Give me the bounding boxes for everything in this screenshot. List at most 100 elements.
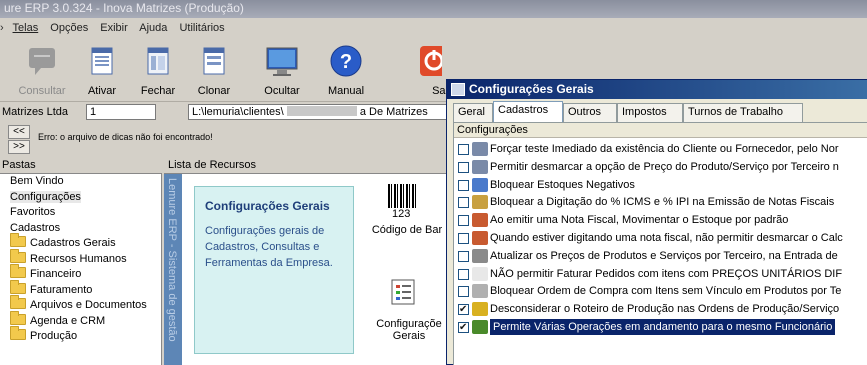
menu-utilitarios[interactable]: Utilitários [179,22,224,34]
dialog-app-icon [451,83,465,96]
ocultar-button[interactable]: Ocultar [254,44,310,100]
tab-geral[interactable]: Geral [453,103,493,122]
option-label: Permitir desmarcar a opção de Preço do P… [490,160,839,173]
tree-item-label: Recursos Humanos [30,252,127,265]
option-row[interactable]: Permitir desmarcar a opção de Preço do P… [454,159,867,176]
option-row[interactable]: Bloquear a Digitação do % ICMS e % IPI n… [454,194,867,211]
tree-folder-arquivos[interactable]: Arquivos e Documentos [0,295,161,314]
option-row[interactable]: Ao emitir uma Nota Fiscal, Movimentar o … [454,212,867,229]
menu-chevron-icon[interactable]: › [0,22,4,34]
clonar-button[interactable]: Clonar [186,44,242,100]
close-window-icon [147,47,169,75]
config-dialog: Configurações Gerais Geral Cadastros Out… [446,79,867,365]
tree-item-configuracoes[interactable]: Configurações [0,190,161,206]
tree-item-label: Cadastros [10,221,61,234]
option-checkbox[interactable] [458,233,469,244]
option-checkbox[interactable] [458,197,469,209]
config-label-line1: Configuraçõe [376,318,442,330]
chat-icon [29,48,55,75]
tree-item-bem-vindo[interactable]: Bem Vindo [0,174,161,190]
option-checkbox[interactable] [458,320,469,336]
ativar-button[interactable]: Ativar [74,44,130,100]
option-checkbox[interactable] [458,215,469,227]
list-header: Configurações [454,123,867,138]
tree-item-label: Cadastros Gerais [30,237,116,249]
edit-icon [472,195,488,210]
option-checkbox[interactable] [458,286,469,298]
document-icon [472,266,488,281]
option-label: NÃO permitir Faturar Pedidos com itens c… [490,267,843,280]
svg-text:?: ? [340,51,352,73]
barcode-icon[interactable] [388,184,418,208]
option-checkbox[interactable] [458,144,469,155]
tree-folder-cadastros-gerais[interactable]: Cadastros Gerais [0,233,161,252]
tip-next-button[interactable]: >> [8,140,30,154]
option-checkbox[interactable] [458,161,469,173]
tree-item-label: Produção [30,330,78,342]
barcode-resource-label[interactable]: Código de Bar [364,224,450,236]
checklist-icon[interactable] [390,278,416,306]
edit-icon [472,213,488,228]
option-label: Bloquear Ordem de Compra com Itens sem V… [490,285,842,298]
address-bar: Matrizes Ltda 1 L:\lemuria\clientes\ a D… [0,103,450,121]
tree-item-cadastros[interactable]: Cadastros [0,221,161,237]
path-text: L:\lemuria\clientes\ [192,106,284,118]
option-row[interactable]: Quando estiver digitando uma nota fiscal… [454,230,867,247]
tree-folder-financeiro[interactable]: Financeiro [0,264,161,283]
config-resource-label[interactable]: Configuraçõe Gerais [368,318,450,342]
company-number-field[interactable]: 1 [86,104,156,120]
folder-icon [10,264,26,278]
tree-folder-agenda-crm[interactable]: Agenda e CRM [0,310,161,330]
config-label-line2: Gerais [392,330,426,342]
tab-turnos[interactable]: Turnos de Trabalho [683,103,803,122]
manual-button[interactable]: ? Manual [318,44,374,100]
monitor-icon [266,47,298,76]
menu-exibir[interactable]: Exibir [100,22,128,34]
path-field[interactable]: L:\lemuria\clientes\ a De Matrizes [188,104,450,120]
folder-icon [10,279,26,294]
ativar-label: Ativar [87,85,117,97]
menu-telas[interactable]: Telas [13,22,39,34]
option-label: Quando estiver digitando uma nota fiscal… [490,232,843,244]
toolbar: Consultar Ativar Fechar Clonar Ocultar ?… [0,40,450,102]
list-icon [472,248,488,263]
menu-opcoes[interactable]: Opções [50,22,88,34]
option-checkbox[interactable] [458,179,469,191]
option-row[interactable]: NÃO permitir Faturar Pedidos com itens c… [454,266,867,283]
option-row[interactable]: Bloquear Ordem de Compra com Itens sem V… [454,283,867,300]
consultar-label: Consultar [18,85,66,97]
folder-icon [10,233,26,247]
folder-icon [10,248,26,263]
tree-item-label: Configurações [10,190,81,203]
option-row[interactable]: Permite Várias Operações em andamento pa… [454,319,867,336]
power-icon [420,46,450,76]
menu-ajuda[interactable]: Ajuda [139,22,167,34]
folder-icon [10,295,26,309]
tree-folder-producao[interactable]: Produção [0,326,161,345]
tab-outros[interactable]: Outros [563,103,617,122]
company-name: Matrizes Ltda [2,106,69,118]
vertical-brand-text: Lemure ERP - Sistema de gestão [166,178,178,342]
tab-cadastros[interactable]: Cadastros [493,101,563,122]
option-checkbox[interactable] [458,250,469,262]
option-row[interactable]: Atualizar os Preços de Produtos e Serviç… [454,248,867,265]
fechar-button[interactable]: Fechar [130,44,186,100]
option-row[interactable]: Forçar teste Imediado da existência do C… [454,141,867,158]
tree-item-favoritos[interactable]: Favoritos [0,205,161,221]
tree-folder-recursos-humanos[interactable]: Recursos Humanos [0,248,161,268]
dialog-titlebar[interactable]: Configurações Gerais [447,80,867,99]
option-checkbox[interactable] [458,302,469,318]
tab-impostos[interactable]: Impostos [617,103,683,122]
option-row[interactable]: Desconsiderar o Roteiro de Produção nas … [454,301,867,318]
tree-item-label: Favoritos [10,206,56,218]
tree-folder-faturamento[interactable]: Faturamento [0,279,161,299]
tree-item-label: Agenda e CRM [30,314,106,327]
option-checkbox[interactable] [458,268,469,280]
menubar: › Telas Opções Exibir Ajuda Utilitários [0,18,867,38]
pastas-header-label: Pastas [2,159,36,171]
sair-button[interactable]: Sai [400,44,450,100]
recursos-header-label: Lista de Recursos [168,159,257,171]
consultar-button[interactable]: Consultar [14,44,70,100]
option-row[interactable]: Bloquear Estoques Negativos [454,177,867,194]
tip-prev-button[interactable]: << [8,125,30,139]
